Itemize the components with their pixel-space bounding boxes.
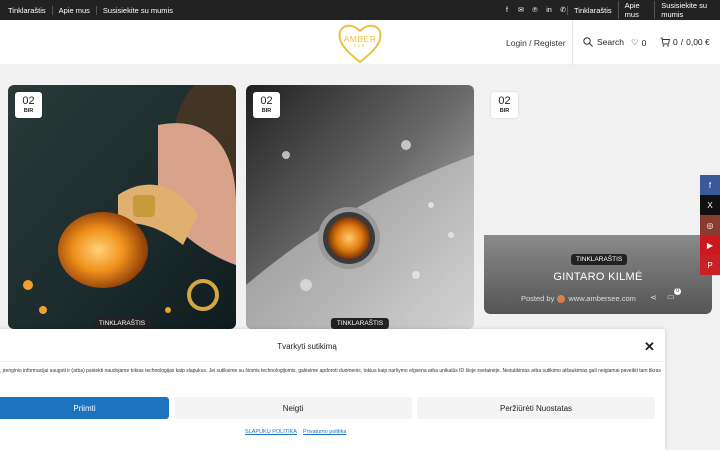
linkedin-icon[interactable]: in (545, 7, 553, 14)
search-button[interactable]: Search (583, 37, 624, 47)
cart-count: 0 (673, 37, 678, 47)
wishlist-button[interactable]: ♡ 0 (631, 37, 646, 48)
deny-button[interactable]: Neigti (174, 397, 412, 419)
post-date-badge: 02 BIR (253, 92, 280, 118)
accept-button[interactable]: Priimti (0, 397, 169, 419)
top-bar-right-nav: Tinklaraštis Apie mus Susisiekite su mum… (567, 0, 720, 20)
top-right-link-blog[interactable]: Tinklaraštis (567, 5, 618, 15)
youtube-icon[interactable]: ▶ (700, 235, 720, 255)
amber-ring-image (246, 85, 474, 329)
cart-total: 0,00 € (686, 37, 710, 47)
post-date-month: BIR (23, 108, 34, 114)
instagram-icon[interactable]: ◎ (700, 215, 720, 235)
x-icon[interactable]: X (700, 195, 720, 215)
site-logo[interactable]: AMBER SEE (336, 22, 384, 64)
top-social-icons: f ✉ ℗ in ✆ (503, 0, 567, 20)
search-icon (583, 37, 593, 47)
close-icon[interactable]: ✕ (644, 339, 655, 355)
post-meta: Posted by www.ambersee.com (521, 294, 636, 303)
post-category-tag[interactable]: TINKLARAŠTIS (92, 318, 152, 329)
cookie-policy-link[interactable]: SLAPUKŲ POLITIKA (245, 429, 297, 435)
post-date-day: 02 (260, 95, 273, 107)
pinterest-icon[interactable]: P (700, 255, 720, 275)
top-link-blog[interactable]: Tinklaraštis (8, 6, 52, 15)
consent-text: , įrenginio informacijai saugoti ir (arb… (0, 368, 661, 374)
comment-icon[interactable]: ▭ (667, 292, 675, 301)
comment-count: 0 (674, 288, 681, 295)
posted-by-label: Posted by (521, 294, 555, 303)
top-link-contact[interactable]: Susisiekite su mumis (95, 5, 179, 15)
consent-links: SLAPUKŲ POLITIKA Privatumo politika (245, 429, 346, 435)
header-divider (572, 20, 573, 65)
facebook-icon[interactable]: f (503, 7, 511, 14)
search-label: Search (597, 37, 624, 47)
post-date-day: 02 (498, 95, 511, 107)
amber-perfume-image (8, 85, 236, 329)
top-right-link-contact[interactable]: Susisiekite su mumis (654, 1, 720, 19)
post-title[interactable]: GINTARO KILMĖ (484, 271, 712, 283)
facebook-icon[interactable]: f (700, 175, 720, 195)
blog-post-card[interactable]: 02 BIR TINKLARAŠTIS (246, 85, 474, 329)
top-link-about[interactable]: Apie mus (51, 5, 96, 15)
pinterest-icon[interactable]: ℗ (531, 7, 539, 14)
consent-title: Tvarkyti sutikimą (277, 342, 337, 351)
post-category-tag[interactable]: TINKLARAŠTIS (571, 254, 628, 265)
share-sidebar: f X ◎ ▶ P (700, 175, 720, 275)
privacy-policy-link[interactable]: Privatumo politika (303, 429, 346, 435)
site-header: AMBER SEE Login / Register Search ♡ 0 0 … (0, 20, 720, 65)
post-category-tag[interactable]: TINKLARAŠTIS (330, 318, 390, 329)
author-avatar (557, 294, 566, 303)
top-right-link-about[interactable]: Apie mus (617, 1, 655, 19)
post-date-day: 02 (22, 95, 35, 107)
top-bar: Tinklaraštis Apie mus Susisiekite su mum… (0, 0, 720, 20)
heart-icon: ♡ (631, 37, 639, 47)
top-bar-left-nav: Tinklaraštis Apie mus Susisiekite su mum… (0, 5, 179, 15)
cart-icon (660, 37, 670, 47)
logo-text: AMBER (343, 34, 377, 44)
cart-separator: / (680, 37, 684, 47)
view-preferences-button[interactable]: Peržiūrėti Nuostatas (417, 397, 655, 419)
blog-post-card[interactable]: 02 BIR TINKLARAŠTIS (8, 85, 236, 329)
cookie-consent-dialog: Tvarkyti sutikimą ✕ , įrenginio informac… (0, 329, 665, 450)
post-date-month: BIR (261, 108, 272, 114)
email-icon[interactable]: ✉ (517, 6, 525, 14)
consent-divider (0, 361, 665, 362)
whatsapp-icon[interactable]: ✆ (559, 6, 567, 14)
blog-post-card[interactable]: 02 BIR TINKLARAŠTIS GINTARO KILMĖ Posted… (484, 85, 712, 314)
login-register-link[interactable]: Login / Register (506, 38, 566, 48)
post-date-badge: 02 BIR (491, 92, 518, 118)
share-icon[interactable]: ⋖ (650, 293, 657, 302)
wishlist-count: 0 (641, 37, 647, 48)
cart-button[interactable]: 0 / 0,00 € (660, 37, 710, 47)
post-overlay: TINKLARAŠTIS GINTARO KILMĖ Posted by www… (484, 235, 712, 314)
post-author[interactable]: www.ambersee.com (568, 294, 636, 303)
post-date-badge: 02 BIR (15, 92, 42, 118)
post-date-month: BIR (499, 108, 510, 114)
logo-subtext: SEE (353, 44, 367, 48)
